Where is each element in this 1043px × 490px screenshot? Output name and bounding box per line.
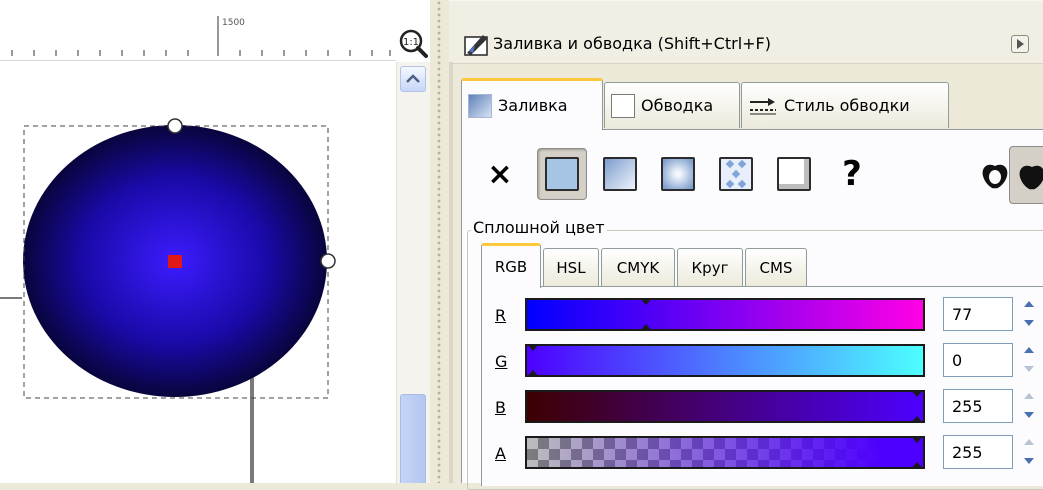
slider-r-thumb-bottom[interactable] (639, 324, 652, 331)
spin-g-input[interactable]: 0 (943, 343, 1013, 377)
spin-up-icon[interactable] (1019, 343, 1039, 359)
spin-down-icon[interactable] (1019, 453, 1039, 469)
color-tab-rgb[interactable]: RGB (481, 243, 541, 288)
channel-label-g: G (495, 352, 508, 371)
scroll-up-button[interactable] (400, 66, 426, 92)
channel-label-b: B (495, 398, 506, 417)
fill-radial-gradient-button[interactable] (653, 148, 703, 200)
svg-text:1:1: 1:1 (403, 37, 419, 48)
stroke-swatch-icon (611, 93, 635, 118)
channel-row-g: G 0 (449, 342, 1043, 382)
spin-g-buttons[interactable] (1019, 343, 1039, 377)
dialog-menu-button[interactable] (1011, 35, 1029, 53)
spin-down-icon[interactable] (1019, 407, 1039, 423)
gradient-center-handle[interactable] (168, 255, 182, 268)
fill-unset-button[interactable]: ? (827, 148, 877, 200)
spin-up-icon[interactable] (1019, 435, 1039, 451)
spin-up-icon[interactable] (1019, 389, 1039, 405)
dialog-title: Заливка и обводка (Shift+Ctrl+F) (493, 34, 771, 53)
tab-fill-label: Заливка (498, 96, 568, 115)
spin-down-icon[interactable] (1019, 361, 1039, 377)
fill-linear-gradient-button[interactable] (595, 148, 645, 200)
slider-b[interactable] (525, 390, 925, 423)
slider-r[interactable] (525, 298, 925, 331)
fill-flat-button[interactable] (537, 148, 587, 200)
slider-b-thumb-bottom[interactable] (911, 416, 923, 423)
fill-stroke-icon (463, 31, 489, 57)
channel-label-r: R (495, 306, 507, 325)
color-tab-hsl[interactable]: HSL (543, 248, 599, 286)
slider-g-thumb-top[interactable] (527, 344, 539, 351)
spin-up-icon[interactable] (1019, 297, 1039, 313)
vertical-scrollbar[interactable] (396, 62, 431, 483)
fill-rule-nonzero-icon[interactable] (1009, 146, 1043, 204)
radial-gradient-icon (661, 157, 695, 191)
slider-a[interactable] (525, 436, 925, 469)
tab-fill[interactable]: Заливка (461, 78, 603, 130)
fill-none-button[interactable]: × (475, 148, 525, 200)
slider-a-thumb-bottom[interactable] (911, 462, 923, 469)
fill-pattern-button[interactable] (711, 148, 761, 200)
panel-divider[interactable] (430, 0, 448, 483)
channel-row-b: B 255 (449, 388, 1043, 428)
flat-color-label: Сплошной цвет (471, 218, 607, 237)
slider-r-thumb-top[interactable] (639, 298, 652, 305)
gradient-handle-top[interactable] (167, 118, 183, 134)
color-tab-cms[interactable]: CMS (745, 248, 807, 286)
channel-row-a: A 255 (449, 434, 1043, 474)
spin-b-input[interactable]: 255 (943, 389, 1013, 423)
stroke-style-icon (748, 96, 778, 116)
channel-label-a: A (495, 444, 506, 463)
spin-a-input[interactable]: 255 (943, 435, 1013, 469)
color-tab-cmyk[interactable]: CMYK (601, 248, 675, 286)
zoom-1-1-icon[interactable]: 1:1 (398, 28, 428, 58)
linear-gradient-icon (603, 157, 637, 191)
spin-down-icon[interactable] (1019, 315, 1039, 331)
spin-a-buttons[interactable] (1019, 435, 1039, 469)
spin-b-buttons[interactable] (1019, 389, 1039, 423)
scroll-thumb[interactable] (400, 394, 426, 483)
channel-row-r: R 77 (449, 296, 1043, 336)
slider-a-thumb-top[interactable] (911, 436, 923, 443)
tab-stroke-style[interactable]: Стиль обводки (741, 82, 949, 128)
slider-g-thumb-bottom[interactable] (527, 370, 539, 377)
gradient-handle-right[interactable] (320, 253, 336, 269)
spin-r-input[interactable]: 77 (943, 297, 1013, 331)
drawing-area[interactable] (0, 62, 396, 483)
ruler-label: 1500 (222, 18, 245, 28)
fill-swatch-icon (468, 93, 492, 118)
tab-stroke-style-label: Стиль обводки (784, 96, 910, 115)
tab-stroke-label: Обводка (641, 96, 714, 115)
fill-swatch-button[interactable] (769, 148, 819, 200)
slider-b-thumb-top[interactable] (911, 390, 923, 397)
tab-stroke[interactable]: Обводка (604, 82, 740, 128)
fill-rule-evenodd-icon[interactable] (977, 158, 1013, 194)
ruler-ticks (11, 16, 391, 56)
horizontal-ruler: 1500 (0, 0, 396, 61)
fill-stroke-dialog: Заливка и обводка (Shift+Ctrl+F) Заливка… (449, 0, 1043, 490)
spin-r-buttons[interactable] (1019, 297, 1039, 331)
dialog-header: Заливка и обводка (Shift+Ctrl+F) (449, 0, 1043, 64)
color-tab-wheel[interactable]: Круг (677, 248, 743, 286)
flat-color-icon (545, 157, 579, 191)
slider-g[interactable] (525, 344, 925, 377)
unset-paint-icon: ? (842, 154, 862, 194)
canvas-area[interactable]: 1500 1:1 (0, 0, 448, 483)
swatch-icon (777, 157, 811, 191)
no-paint-icon: × (487, 156, 513, 192)
pattern-icon (719, 157, 753, 191)
